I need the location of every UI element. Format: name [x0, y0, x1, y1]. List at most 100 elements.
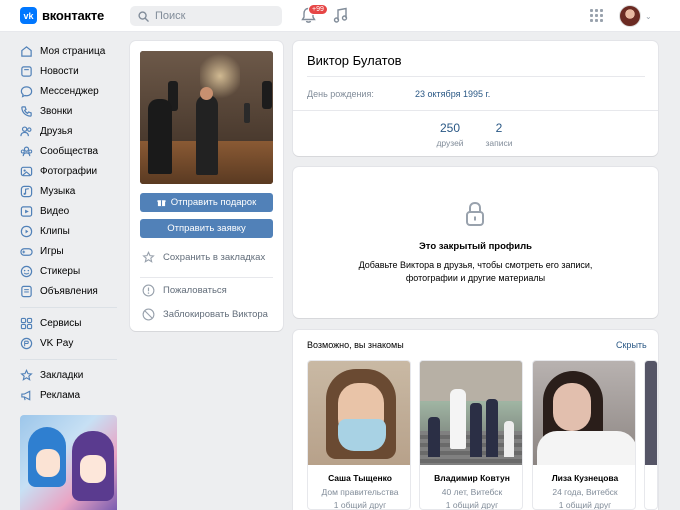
save-bookmark-action[interactable]: Сохранить в закладках: [142, 251, 265, 264]
sidebar-item-stickers[interactable]: Стикеры: [20, 261, 120, 281]
star-icon: [142, 251, 155, 263]
sidebar-item-games[interactable]: Игры: [20, 241, 120, 261]
sidebar-item-services[interactable]: Сервисы: [20, 313, 120, 333]
chevron-down-icon: ⌄: [645, 11, 652, 21]
report-label: Пожаловаться: [163, 285, 227, 296]
left-nav: Моя страница Новости Мессенджер Звонки Д…: [20, 41, 120, 405]
sidebar-item-advertising[interactable]: Реклама: [20, 385, 120, 405]
message-icon: [20, 85, 33, 98]
friends-label: друзей: [436, 138, 464, 148]
friends-counter[interactable]: 250 друзей: [435, 121, 465, 148]
sidebar-item-news[interactable]: Новости: [20, 61, 120, 81]
closed-profile-text: Добавьте Виктора в друзья, чтобы смотрет…: [358, 260, 593, 283]
communities-icon: [20, 146, 33, 156]
send-gift-label: Отправить подарок: [170, 197, 257, 208]
clips-icon: [20, 225, 33, 237]
profile-info-card: Виктор Булатов День рождения: 23 октября…: [293, 41, 658, 156]
suggested-person-card[interactable]: Лиза Кузнецова 24 года, Витебск 1 общий …: [532, 360, 636, 510]
services-icon: [20, 317, 33, 329]
posts-counter[interactable]: 2 записи: [483, 121, 515, 148]
people-suggestions-card: Возможно, вы знакомы Скрыть Саша Тыщенко…: [293, 330, 658, 510]
news-icon: [21, 65, 32, 77]
birthday-label: День рождения:: [307, 89, 374, 99]
users-icon: [20, 125, 32, 136]
person-name[interactable]: Владимир Ковтун: [420, 473, 522, 483]
profile-menu[interactable]: ⌄: [619, 5, 652, 27]
ads-icon: [21, 285, 32, 297]
block-user-action[interactable]: Заблокировать Виктора: [142, 308, 268, 321]
sidebar-item-label: Сообщества: [40, 145, 99, 157]
closed-profile-title: Это закрытый профиль: [419, 241, 532, 252]
sidebar-item-communities[interactable]: Сообщества: [20, 141, 120, 161]
hide-suggestions-link[interactable]: Скрыть: [616, 340, 647, 350]
stickers-icon: [20, 265, 33, 277]
sidebar-item-friends[interactable]: Друзья: [20, 121, 120, 141]
search-icon: [138, 10, 149, 22]
save-bookmark-label: Сохранить в закладках: [163, 252, 266, 263]
top-header: vk вконтакте Поиск +99 ⌄: [0, 0, 680, 32]
person-name[interactable]: Лиза Кузнецова: [533, 473, 635, 483]
sidebar-item-label: Закладки: [40, 369, 84, 381]
search-placeholder: Поиск: [155, 10, 186, 22]
sidebar-item-label: Моя страница: [40, 45, 106, 57]
person-info: Дом правительства: [321, 487, 399, 497]
sidebar-item-photos[interactable]: Фотографии: [20, 161, 120, 181]
profile-photo-card: Отправить подарок Отправить заявку Сохра…: [130, 41, 283, 331]
sidebar-ad-image[interactable]: [20, 415, 117, 510]
person-name[interactable]: Саша Тыщенко: [308, 473, 410, 483]
sidebar-item-label: Реклама: [40, 389, 81, 401]
video-icon: [20, 205, 33, 217]
vk-logo[interactable]: vk вконтакте: [20, 7, 104, 24]
friends-count: 250: [439, 121, 461, 135]
birthday-value[interactable]: 23 октября 1995 г.: [415, 89, 490, 99]
music-icon[interactable]: [333, 7, 348, 24]
sidebar-item-music[interactable]: Музыка: [20, 181, 120, 201]
sidebar-item-clips[interactable]: Клипы: [20, 221, 120, 241]
person-mutual-friends: 1 общий друг: [333, 500, 387, 510]
phone-icon: [21, 105, 32, 117]
posts-count: 2: [495, 121, 503, 135]
sidebar-item-bookmarks[interactable]: Закладки: [20, 365, 120, 385]
block-user-label: Заблокировать Виктора: [163, 309, 268, 320]
person-mutual-friends: 1 общий друг: [445, 500, 499, 510]
nav-divider: [20, 359, 117, 360]
posts-label: записи: [485, 138, 513, 148]
person-photo[interactable]: [645, 361, 657, 465]
search-input[interactable]: Поиск: [130, 6, 282, 26]
sidebar-item-messenger[interactable]: Мессенджер: [20, 81, 120, 101]
profile-photo[interactable]: [140, 51, 273, 184]
block-icon: [142, 308, 155, 321]
sidebar-item-calls[interactable]: Звонки: [20, 101, 120, 121]
person-photo[interactable]: [533, 361, 635, 465]
sidebar-item-label: Новости: [40, 65, 79, 77]
sidebar-item-label: Музыка: [40, 185, 76, 197]
send-gift-button[interactable]: Отправить подарок: [140, 193, 273, 212]
sidebar-item-label: Игры: [40, 245, 64, 257]
suggested-person-card[interactable]: Саша Тыщенко Дом правительства 1 общий д…: [307, 360, 411, 510]
sidebar-item-label: Видео: [40, 205, 70, 217]
apps-grid-icon[interactable]: [590, 9, 603, 22]
sidebar-item-video[interactable]: Видео: [20, 201, 120, 221]
person-photo[interactable]: [308, 361, 410, 465]
sidebar-item-vkpay[interactable]: VK Pay: [20, 333, 120, 353]
send-friend-request-button[interactable]: Отправить заявку: [140, 219, 273, 238]
music-icon: [20, 185, 33, 197]
info-divider: [307, 76, 645, 77]
vk-logo-text: вконтакте: [42, 8, 105, 23]
sidebar-item-label: Мессенджер: [40, 85, 99, 97]
nav-divider: [20, 307, 117, 308]
person-info: 40 лет, Витебск: [441, 487, 503, 497]
sidebar-item-ads[interactable]: Объявления: [20, 281, 120, 301]
suggested-person-card[interactable]: Владимир Ковтун 40 лет, Витебск 1 общий …: [419, 360, 523, 510]
person-photo[interactable]: [420, 361, 522, 465]
closed-profile-card: Это закрытый профиль Добавьте Виктора в …: [293, 167, 658, 318]
report-action[interactable]: Пожаловаться: [142, 284, 227, 297]
suggested-person-card-partial[interactable]: [644, 360, 658, 510]
megaphone-icon: [21, 389, 31, 401]
vk-logo-icon: vk: [20, 7, 37, 24]
sidebar-item-label: VK Pay: [40, 337, 74, 349]
person-info: 24 года, Витебск: [552, 487, 618, 497]
gift-icon: [157, 200, 166, 207]
person-mutual-friends: 1 общий друг: [558, 500, 612, 510]
sidebar-item-my-page[interactable]: Моя страница: [20, 41, 120, 61]
